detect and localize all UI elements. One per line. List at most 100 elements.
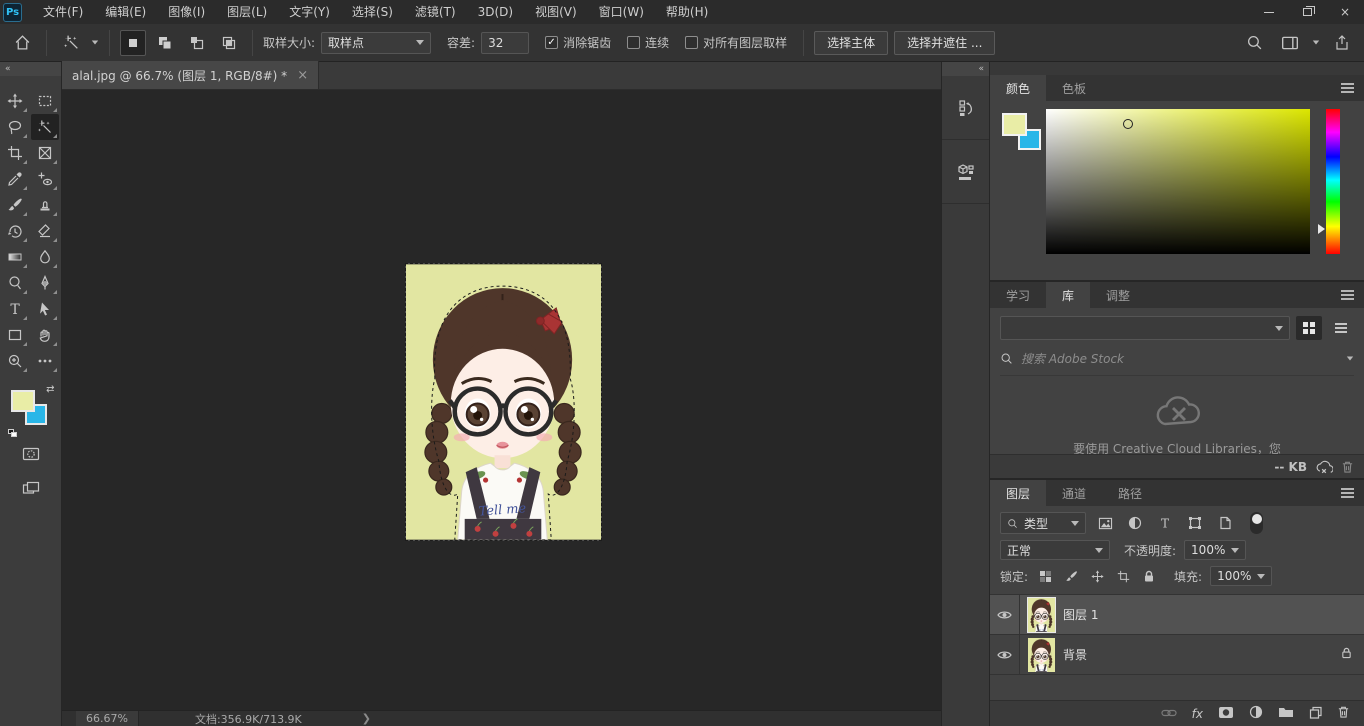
eraser-tool[interactable]	[31, 218, 59, 244]
new-group-icon[interactable]	[1278, 706, 1294, 721]
menu-image[interactable]: 图像(I)	[157, 0, 216, 24]
move-tool[interactable]	[1, 88, 29, 114]
background-lock-icon[interactable]	[1341, 647, 1352, 662]
menu-layer[interactable]: 图层(L)	[216, 0, 278, 24]
delete-layer-icon[interactable]	[1337, 705, 1350, 722]
type-tool[interactable]: T	[1, 296, 29, 322]
search-icon[interactable]	[1240, 30, 1268, 56]
edit-toolbar-icon[interactable]	[31, 348, 59, 374]
menu-edit[interactable]: 编辑(E)	[94, 0, 157, 24]
lock-image-pixels-icon[interactable]	[1062, 567, 1080, 585]
lasso-tool[interactable]	[1, 114, 29, 140]
cc-sync-icon[interactable]	[1315, 460, 1333, 474]
layer-filter-type-dropdown[interactable]: 类型	[1000, 512, 1086, 534]
list-view-icon[interactable]	[1328, 316, 1354, 340]
menu-file[interactable]: 文件(F)	[32, 0, 94, 24]
healing-brush-tool[interactable]	[31, 166, 59, 192]
default-colors-icon[interactable]	[8, 429, 18, 438]
share-icon[interactable]	[1328, 30, 1356, 56]
crop-tool[interactable]	[1, 140, 29, 166]
lock-transparent-pixels-icon[interactable]	[1036, 567, 1054, 585]
visibility-eye-icon[interactable]	[990, 635, 1020, 675]
menu-select[interactable]: 选择(S)	[341, 0, 404, 24]
frame-tool[interactable]	[31, 140, 59, 166]
expand-panels-icon[interactable]: «	[942, 62, 989, 76]
3d-panel-icon[interactable]	[942, 140, 989, 204]
filter-type-layers-icon[interactable]: T	[1154, 513, 1176, 533]
eyedropper-tool[interactable]	[1, 166, 29, 192]
rectangular-marquee-tool[interactable]	[31, 88, 59, 114]
tab-adjustments[interactable]: 调整	[1090, 282, 1146, 308]
status-chevron-icon[interactable]: ❯	[362, 712, 371, 725]
tolerance-input[interactable]	[481, 32, 529, 54]
brush-tool[interactable]	[1, 192, 29, 218]
zoom-tool[interactable]	[1, 348, 29, 374]
anti-alias-checkbox[interactable]: ✓ 消除锯齿	[545, 34, 611, 51]
select-and-mask-button[interactable]: 选择并遮住 ...	[894, 31, 995, 55]
saturation-brightness-field[interactable]	[1046, 109, 1310, 254]
new-selection-mode-button[interactable]	[120, 30, 146, 56]
restore-button[interactable]	[1288, 0, 1326, 24]
pen-tool[interactable]	[31, 270, 59, 296]
path-select-tool[interactable]	[31, 296, 59, 322]
history-panel-icon[interactable]	[942, 76, 989, 140]
gradient-tool[interactable]	[1, 244, 29, 270]
foreground-color-swatch[interactable]	[11, 390, 35, 412]
sample-size-dropdown[interactable]: 取样点	[321, 32, 431, 54]
intersect-selection-mode-button[interactable]	[216, 30, 242, 56]
layer-thumbnail[interactable]	[1028, 638, 1055, 672]
canvas-viewport[interactable]	[62, 90, 941, 710]
color-field-cursor[interactable]	[1123, 119, 1133, 129]
menu-window[interactable]: 窗口(W)	[588, 0, 655, 24]
libraries-panel-menu-icon[interactable]	[1341, 294, 1354, 296]
sample-all-layers-checkbox[interactable]: 对所有图层取样	[685, 34, 787, 51]
link-layers-icon[interactable]	[1161, 707, 1177, 721]
layer-name[interactable]: 图层 1	[1063, 606, 1098, 623]
tab-swatches[interactable]: 色板	[1046, 75, 1102, 101]
tab-channels[interactable]: 通道	[1046, 480, 1102, 506]
new-layer-icon[interactable]	[1309, 706, 1322, 722]
lock-all-icon[interactable]	[1140, 567, 1158, 585]
hue-slider[interactable]	[1326, 109, 1340, 254]
magic-wand-preset-icon[interactable]	[57, 30, 85, 56]
filter-pixel-layers-icon[interactable]	[1094, 513, 1116, 533]
workspace-caret[interactable]	[1313, 41, 1319, 45]
lock-position-icon[interactable]	[1088, 567, 1106, 585]
swap-colors-icon[interactable]: ⇄	[46, 384, 54, 395]
layer-row-background[interactable]: 背景	[990, 635, 1364, 675]
menu-help[interactable]: 帮助(H)	[655, 0, 719, 24]
add-to-selection-mode-button[interactable]	[152, 30, 178, 56]
home-icon[interactable]	[8, 30, 36, 56]
layer-styles-fx-icon[interactable]: fx	[1192, 707, 1203, 721]
magic-wand-tool[interactable]	[31, 114, 59, 140]
hand-tool[interactable]	[31, 322, 59, 348]
add-layer-mask-icon[interactable]	[1218, 706, 1234, 722]
workspace-switcher-icon[interactable]	[1276, 30, 1304, 56]
rectangle-tool[interactable]	[1, 322, 29, 348]
adobe-stock-search-field[interactable]: 搜索 Adobe Stock	[1000, 350, 1354, 376]
document-canvas[interactable]	[406, 264, 601, 540]
contiguous-checkbox[interactable]: 连续	[627, 34, 669, 51]
filter-shape-layers-icon[interactable]	[1184, 513, 1206, 533]
menu-3d[interactable]: 3D(D)	[467, 0, 524, 24]
layer-name[interactable]: 背景	[1063, 646, 1087, 663]
filter-adjustment-layers-icon[interactable]	[1124, 513, 1146, 533]
layer-filter-toggle[interactable]	[1250, 512, 1263, 534]
layer-thumbnail[interactable]	[1028, 598, 1055, 632]
library-select-dropdown[interactable]	[1000, 316, 1290, 340]
hue-slider-arrow[interactable]	[1318, 224, 1325, 234]
tab-layers[interactable]: 图层	[990, 480, 1046, 506]
tab-learn[interactable]: 学习	[990, 282, 1046, 308]
menu-filter[interactable]: 滤镜(T)	[404, 0, 467, 24]
status-zoom-level[interactable]: 66.67%	[76, 711, 139, 726]
delete-library-item-icon[interactable]	[1341, 460, 1354, 474]
panel-foreground-swatch[interactable]	[1002, 113, 1027, 136]
dodge-tool[interactable]	[1, 270, 29, 296]
filter-smart-objects-icon[interactable]	[1214, 513, 1236, 533]
new-adjustment-layer-icon[interactable]	[1249, 705, 1263, 722]
visibility-eye-icon[interactable]	[990, 595, 1020, 635]
opacity-dropdown[interactable]: 100%	[1184, 540, 1246, 560]
menu-type[interactable]: 文字(Y)	[278, 0, 341, 24]
subtract-from-selection-mode-button[interactable]	[184, 30, 210, 56]
tab-libraries[interactable]: 库	[1046, 282, 1090, 308]
